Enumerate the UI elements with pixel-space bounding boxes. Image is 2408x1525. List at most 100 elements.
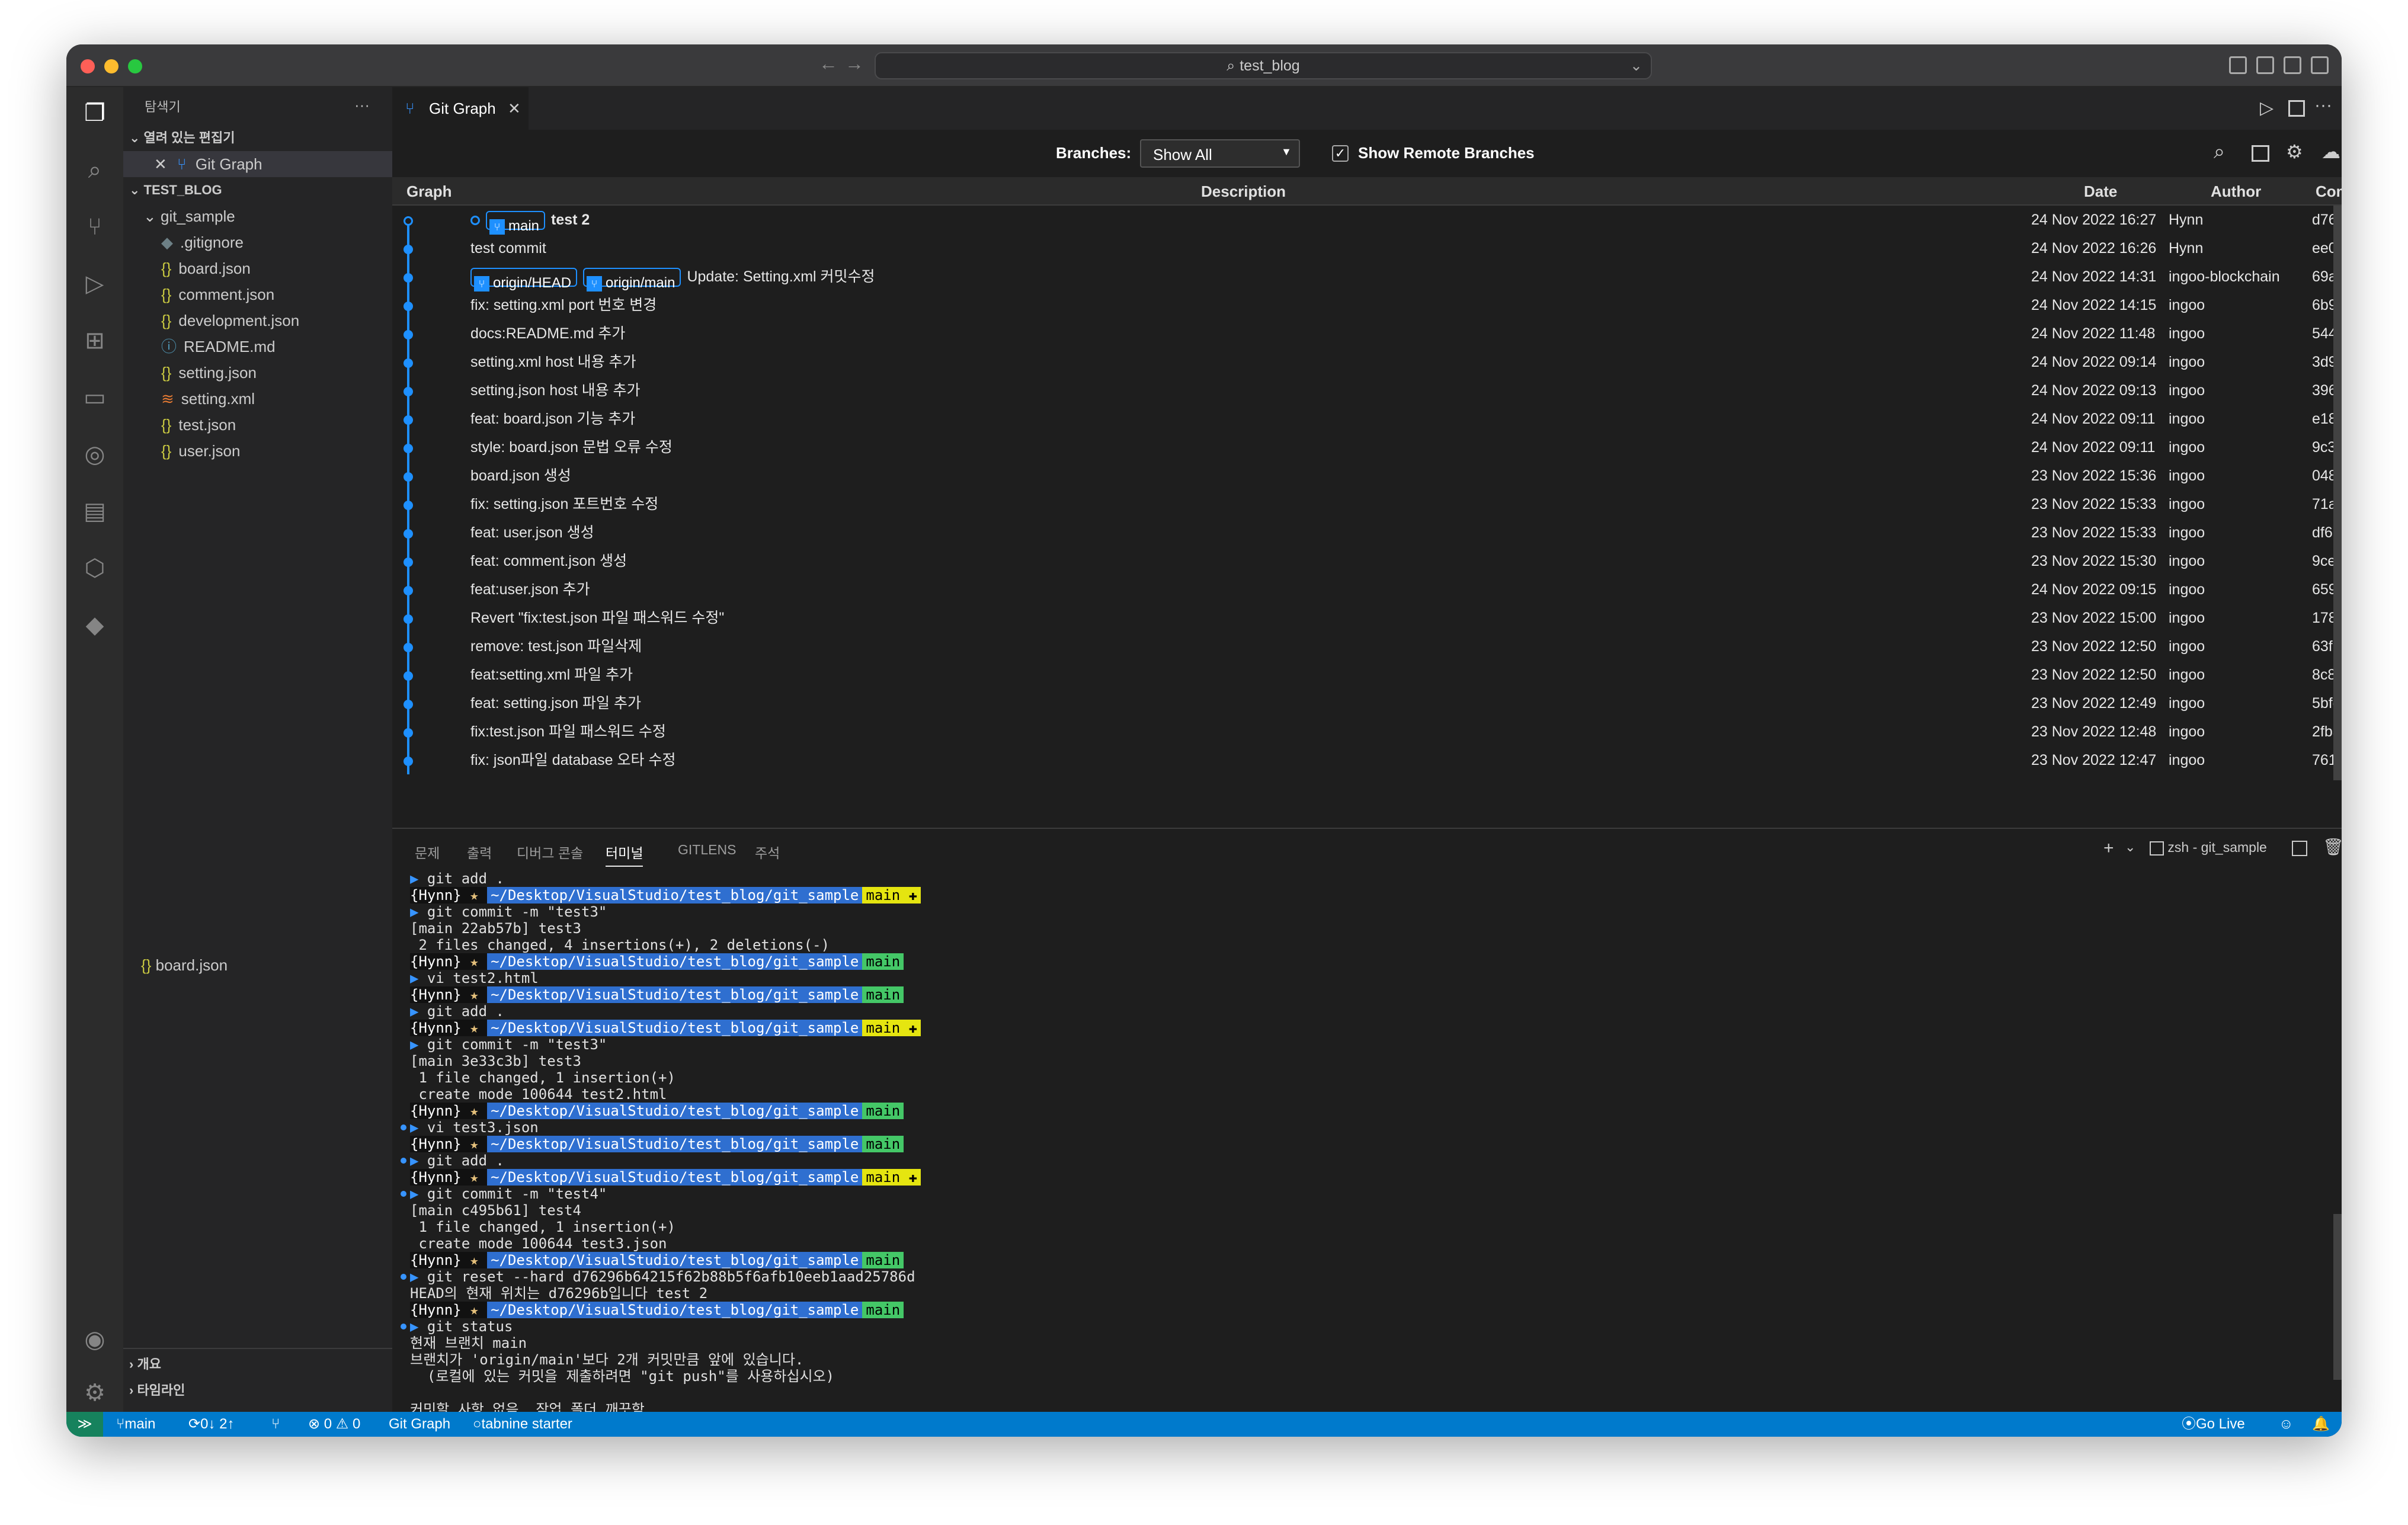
go-live-status[interactable]: ⦿ Go Live bbox=[2182, 1412, 2245, 1437]
problems-status[interactable]: ⊗ 0 ⚠ 0 bbox=[308, 1412, 360, 1437]
file-item[interactable]: {} comment.json bbox=[161, 281, 274, 307]
close-icon[interactable]: ✕ bbox=[508, 87, 521, 130]
gitlens-icon[interactable]: ◎ bbox=[81, 440, 109, 469]
description-column-header[interactable]: Description bbox=[1201, 177, 1286, 206]
commit-row[interactable]: fix: json파일 database 오타 수정 23 Nov 2022 12… bbox=[392, 746, 2342, 774]
commit-row[interactable]: board.json 생성23 Nov 2022 15:36ingoo04861… bbox=[392, 462, 2342, 490]
command-decoration[interactable] bbox=[401, 1124, 406, 1130]
commit-row[interactable]: fix: setting.xml port 번호 변경 24 Nov 2022 1… bbox=[392, 291, 2342, 319]
remote-explorer-icon[interactable]: ▭ bbox=[81, 383, 109, 412]
panel-tab[interactable]: GITLENS bbox=[678, 842, 736, 858]
commit-row[interactable]: docs:README.md 추가 24 Nov 2022 11:48 ingoo 5… bbox=[392, 319, 2342, 348]
command-decoration[interactable] bbox=[401, 1324, 406, 1329]
gear-icon[interactable]: ⚙ bbox=[81, 1379, 109, 1407]
open-editors-header[interactable]: ⌄ 열려 있는 편집기 bbox=[129, 125, 235, 151]
commit-node[interactable] bbox=[404, 501, 413, 510]
workspace-root[interactable]: ⌄ TEST_BLOG bbox=[129, 177, 222, 203]
commit-row[interactable]: fix:test.json 파일 패스워드 수정 23 Nov 2022 12:4… bbox=[392, 717, 2342, 746]
command-decoration[interactable] bbox=[401, 1158, 406, 1164]
feedback-icon[interactable]: ☺ bbox=[2279, 1412, 2294, 1437]
trash-icon[interactable]: 🗑 bbox=[2323, 837, 2342, 857]
commit-row[interactable]: feat:user.json 추가 24 Nov 2022 09:15 ingoo 6… bbox=[392, 575, 2342, 604]
accounts-icon[interactable]: ◉ bbox=[81, 1325, 109, 1354]
commit-row[interactable]: setting.xml host 내용 추가 24 Nov 2022 09:14 i… bbox=[392, 348, 2342, 376]
commit-row[interactable]: feat: board.json 기능 추가 24 Nov 2022 09:11 i… bbox=[392, 405, 2342, 433]
remote-indicator[interactable]: ≫ bbox=[66, 1412, 103, 1437]
show-remote-checkbox[interactable]: ✓ bbox=[1332, 145, 1349, 162]
file-item[interactable]: {} user.json bbox=[161, 438, 240, 464]
deploy-icon[interactable]: ⬡ bbox=[81, 554, 109, 582]
commit-row[interactable]: feat: setting.json 파일 추가 23 Nov 2022 12:4… bbox=[392, 689, 2342, 717]
file-item[interactable]: ⓘ README.md bbox=[161, 334, 276, 360]
tab-git-graph[interactable]: ⑂ Git Graph ✕ bbox=[392, 87, 529, 130]
branch-label[interactable]: ⑂ origin/HEAD bbox=[470, 268, 578, 292]
back-arrow-icon[interactable]: ← bbox=[819, 53, 838, 75]
commit-node[interactable] bbox=[404, 529, 413, 539]
commit-row[interactable]: feat:setting.xml 파일 추가 23 Nov 2022 12:50 i… bbox=[392, 661, 2342, 689]
commit-column-header[interactable]: Commit bbox=[2316, 177, 2342, 206]
git-graph-status[interactable]: Git Graph bbox=[389, 1412, 450, 1437]
more-actions-icon[interactable]: ··· bbox=[2314, 95, 2332, 116]
split-editor-icon[interactable] bbox=[2288, 100, 2305, 117]
run-debug-icon[interactable]: ▷ bbox=[81, 270, 109, 298]
panel-tab[interactable]: 출력 bbox=[467, 842, 492, 862]
file-item[interactable]: {} board.json bbox=[161, 255, 251, 281]
extensions-icon[interactable]: ⊞ bbox=[81, 326, 109, 355]
terminal-session[interactable]: zsh - git_sample bbox=[2150, 840, 2267, 856]
command-center-search[interactable]: ⌕ test_blog ⌄ bbox=[875, 52, 1652, 79]
panel-tab[interactable]: 문제 bbox=[415, 842, 440, 862]
terminal-scrollbar[interactable] bbox=[2333, 1214, 2342, 1380]
split-terminal-icon[interactable] bbox=[2292, 841, 2307, 856]
git-publish-icon[interactable]: ⑂ bbox=[271, 1412, 280, 1437]
root-file-board-json[interactable]: {} board.json bbox=[141, 952, 228, 978]
file-item[interactable]: ◆ .gitignore bbox=[161, 229, 244, 255]
close-icon[interactable]: ✕ bbox=[154, 155, 167, 173]
commit-node[interactable] bbox=[404, 586, 413, 595]
commit-node[interactable] bbox=[404, 444, 413, 453]
file-item[interactable]: {} test.json bbox=[161, 412, 236, 438]
commit-row[interactable]: ⑂maintest 224 Nov 2022 16:27Hynnd76296b6 bbox=[392, 206, 2342, 235]
docker-icon[interactable]: ◆ bbox=[81, 611, 109, 639]
toggle-sidebar-icon[interactable] bbox=[2229, 56, 2247, 74]
commit-node[interactable] bbox=[404, 415, 413, 425]
toggle-panel-icon[interactable] bbox=[2256, 56, 2274, 74]
commit-row[interactable]: test commit24 Nov 2022 16:26Hynnee076b10 bbox=[392, 234, 2342, 262]
commit-node[interactable] bbox=[404, 614, 413, 624]
commit-node[interactable] bbox=[404, 273, 413, 283]
chevron-down-icon[interactable]: ⌄ bbox=[2125, 840, 2135, 855]
panel-tab[interactable]: 주석 bbox=[755, 842, 780, 862]
fetch-icon[interactable]: ☁ bbox=[2321, 140, 2340, 163]
commit-node[interactable] bbox=[404, 728, 413, 738]
commit-node[interactable] bbox=[404, 558, 413, 567]
command-decoration[interactable] bbox=[401, 1191, 406, 1197]
new-terminal-icon[interactable]: + bbox=[2103, 838, 2114, 858]
panel-tab[interactable]: 디버그 콘솔 bbox=[517, 842, 583, 862]
project-manager-icon[interactable]: ▤ bbox=[81, 497, 109, 526]
file-item[interactable]: ≋ setting.xml bbox=[161, 386, 255, 412]
file-item[interactable]: {} development.json bbox=[161, 307, 299, 334]
folder-git-sample[interactable]: ⌄ git_sample bbox=[143, 203, 235, 229]
settings-icon[interactable]: ⚙ bbox=[2286, 140, 2303, 163]
commit-node[interactable] bbox=[404, 358, 413, 368]
commit-node[interactable] bbox=[404, 643, 413, 652]
sync-status[interactable]: ⟳ 0↓ 2↑ bbox=[188, 1412, 234, 1437]
find-icon[interactable]: ⌕ bbox=[2214, 140, 2225, 164]
file-item[interactable]: {} setting.json bbox=[161, 360, 257, 386]
close-window-button[interactable] bbox=[81, 59, 95, 73]
commit-row[interactable]: ⑂ origin/HEAD ⑂ origin/main Update: Setting.… bbox=[392, 262, 2342, 292]
explorer-icon[interactable]: ❐ bbox=[81, 99, 109, 127]
commit-row[interactable]: setting.json host 내용 추가 24 Nov 2022 09:13… bbox=[392, 376, 2342, 405]
commit-node[interactable] bbox=[404, 387, 413, 396]
commit-row[interactable]: remove: test.json 파일삭제 23 Nov 2022 12:50 i… bbox=[392, 632, 2342, 661]
source-control-icon[interactable]: ⑂ bbox=[81, 213, 109, 241]
bell-icon[interactable]: 🔔 bbox=[2312, 1412, 2330, 1437]
terminal-icon[interactable] bbox=[2252, 145, 2269, 162]
branch-label[interactable]: ⑂ origin/main bbox=[583, 268, 681, 292]
maximize-window-button[interactable] bbox=[128, 59, 142, 73]
commit-node[interactable] bbox=[404, 302, 413, 311]
commit-node[interactable] bbox=[404, 671, 413, 681]
run-icon[interactable]: ▷ bbox=[2260, 98, 2273, 118]
forward-arrow-icon[interactable]: → bbox=[845, 53, 864, 75]
search-icon[interactable]: ⌕ bbox=[81, 156, 109, 184]
graph-column-header[interactable]: Graph bbox=[406, 177, 452, 206]
